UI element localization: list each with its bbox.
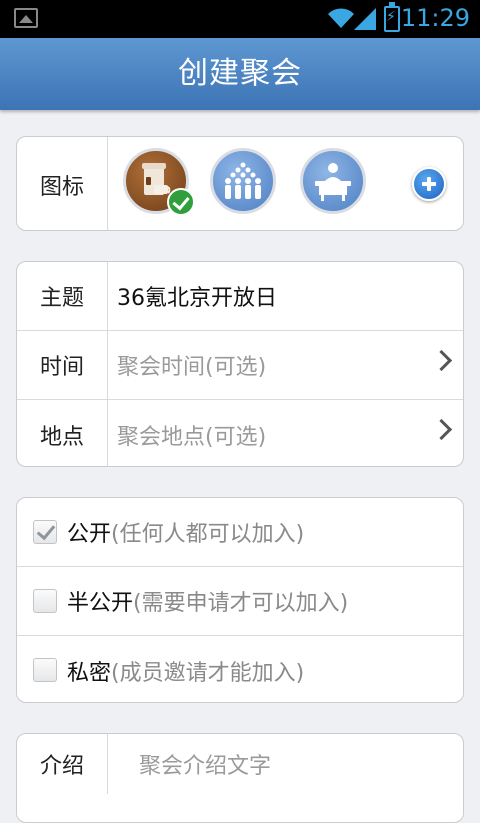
time-field[interactable]: 聚会时间(可选) [117, 331, 266, 399]
topic-row[interactable]: 主题 36氪北京开放日 [17, 262, 463, 331]
intro-label: 介绍 [17, 734, 108, 794]
crowd-icon[interactable] [210, 148, 276, 214]
privacy-option-label: 私密 [67, 660, 112, 686]
place-field[interactable]: 聚会地点(可选) [117, 400, 266, 466]
place-row[interactable]: 地点 聚会地点(可选) [17, 400, 463, 466]
privacy-option-private[interactable]: 私密 (成员邀请才能加入) [17, 636, 463, 702]
meeting-presenter-icon[interactable] [300, 148, 366, 214]
privacy-option-semi-public[interactable]: 半公开 (需要申请才可以加入) [17, 567, 463, 636]
time-row[interactable]: 时间 聚会时间(可选) [17, 331, 463, 400]
info-card: 主题 36氪北京开放日 时间 聚会时间(可选) 地点 聚会地点(可选) [16, 261, 464, 467]
icon-label: 图标 [17, 137, 108, 230]
chevron-right-icon [430, 418, 453, 441]
topic-label: 主题 [17, 262, 108, 330]
title-bar: 创建聚会 [0, 38, 480, 110]
signal-icon [354, 8, 376, 30]
status-time: 11:29 [400, 4, 470, 32]
intro-card: 介绍 聚会介绍文字 [16, 733, 464, 823]
page-title: 创建聚会 [178, 56, 302, 91]
privacy-option-label: 半公开 [67, 591, 134, 616]
selected-check-icon [167, 188, 195, 216]
image-notification-icon [14, 8, 38, 28]
semi-public-checkbox[interactable] [33, 589, 57, 613]
chevron-right-icon [430, 349, 453, 372]
private-checkbox[interactable] [33, 658, 57, 682]
privacy-option-public[interactable]: 公开 (任何人都可以加入) [17, 498, 463, 567]
icon-chooser-card: 图标 [16, 136, 464, 231]
privacy-option-label: 公开 [67, 522, 112, 547]
privacy-option-hint: (任何人都可以加入) [111, 522, 305, 547]
battery-icon [384, 2, 400, 32]
place-label: 地点 [17, 400, 108, 466]
privacy-option-hint: (需要申请才可以加入) [133, 591, 349, 616]
time-label: 时间 [17, 331, 108, 399]
topic-input[interactable]: 36氪北京开放日 [117, 262, 277, 330]
add-icon-button[interactable] [412, 167, 446, 201]
privacy-card: 公开 (任何人都可以加入) 半公开 (需要申请才可以加入) 私密 (成员邀请才能加入) [16, 497, 464, 703]
intro-input[interactable]: 聚会介绍文字 [139, 734, 271, 794]
public-checkbox[interactable] [33, 520, 57, 544]
status-bar: 11:29 [0, 0, 480, 38]
privacy-option-hint: (成员邀请才能加入) [111, 660, 305, 686]
